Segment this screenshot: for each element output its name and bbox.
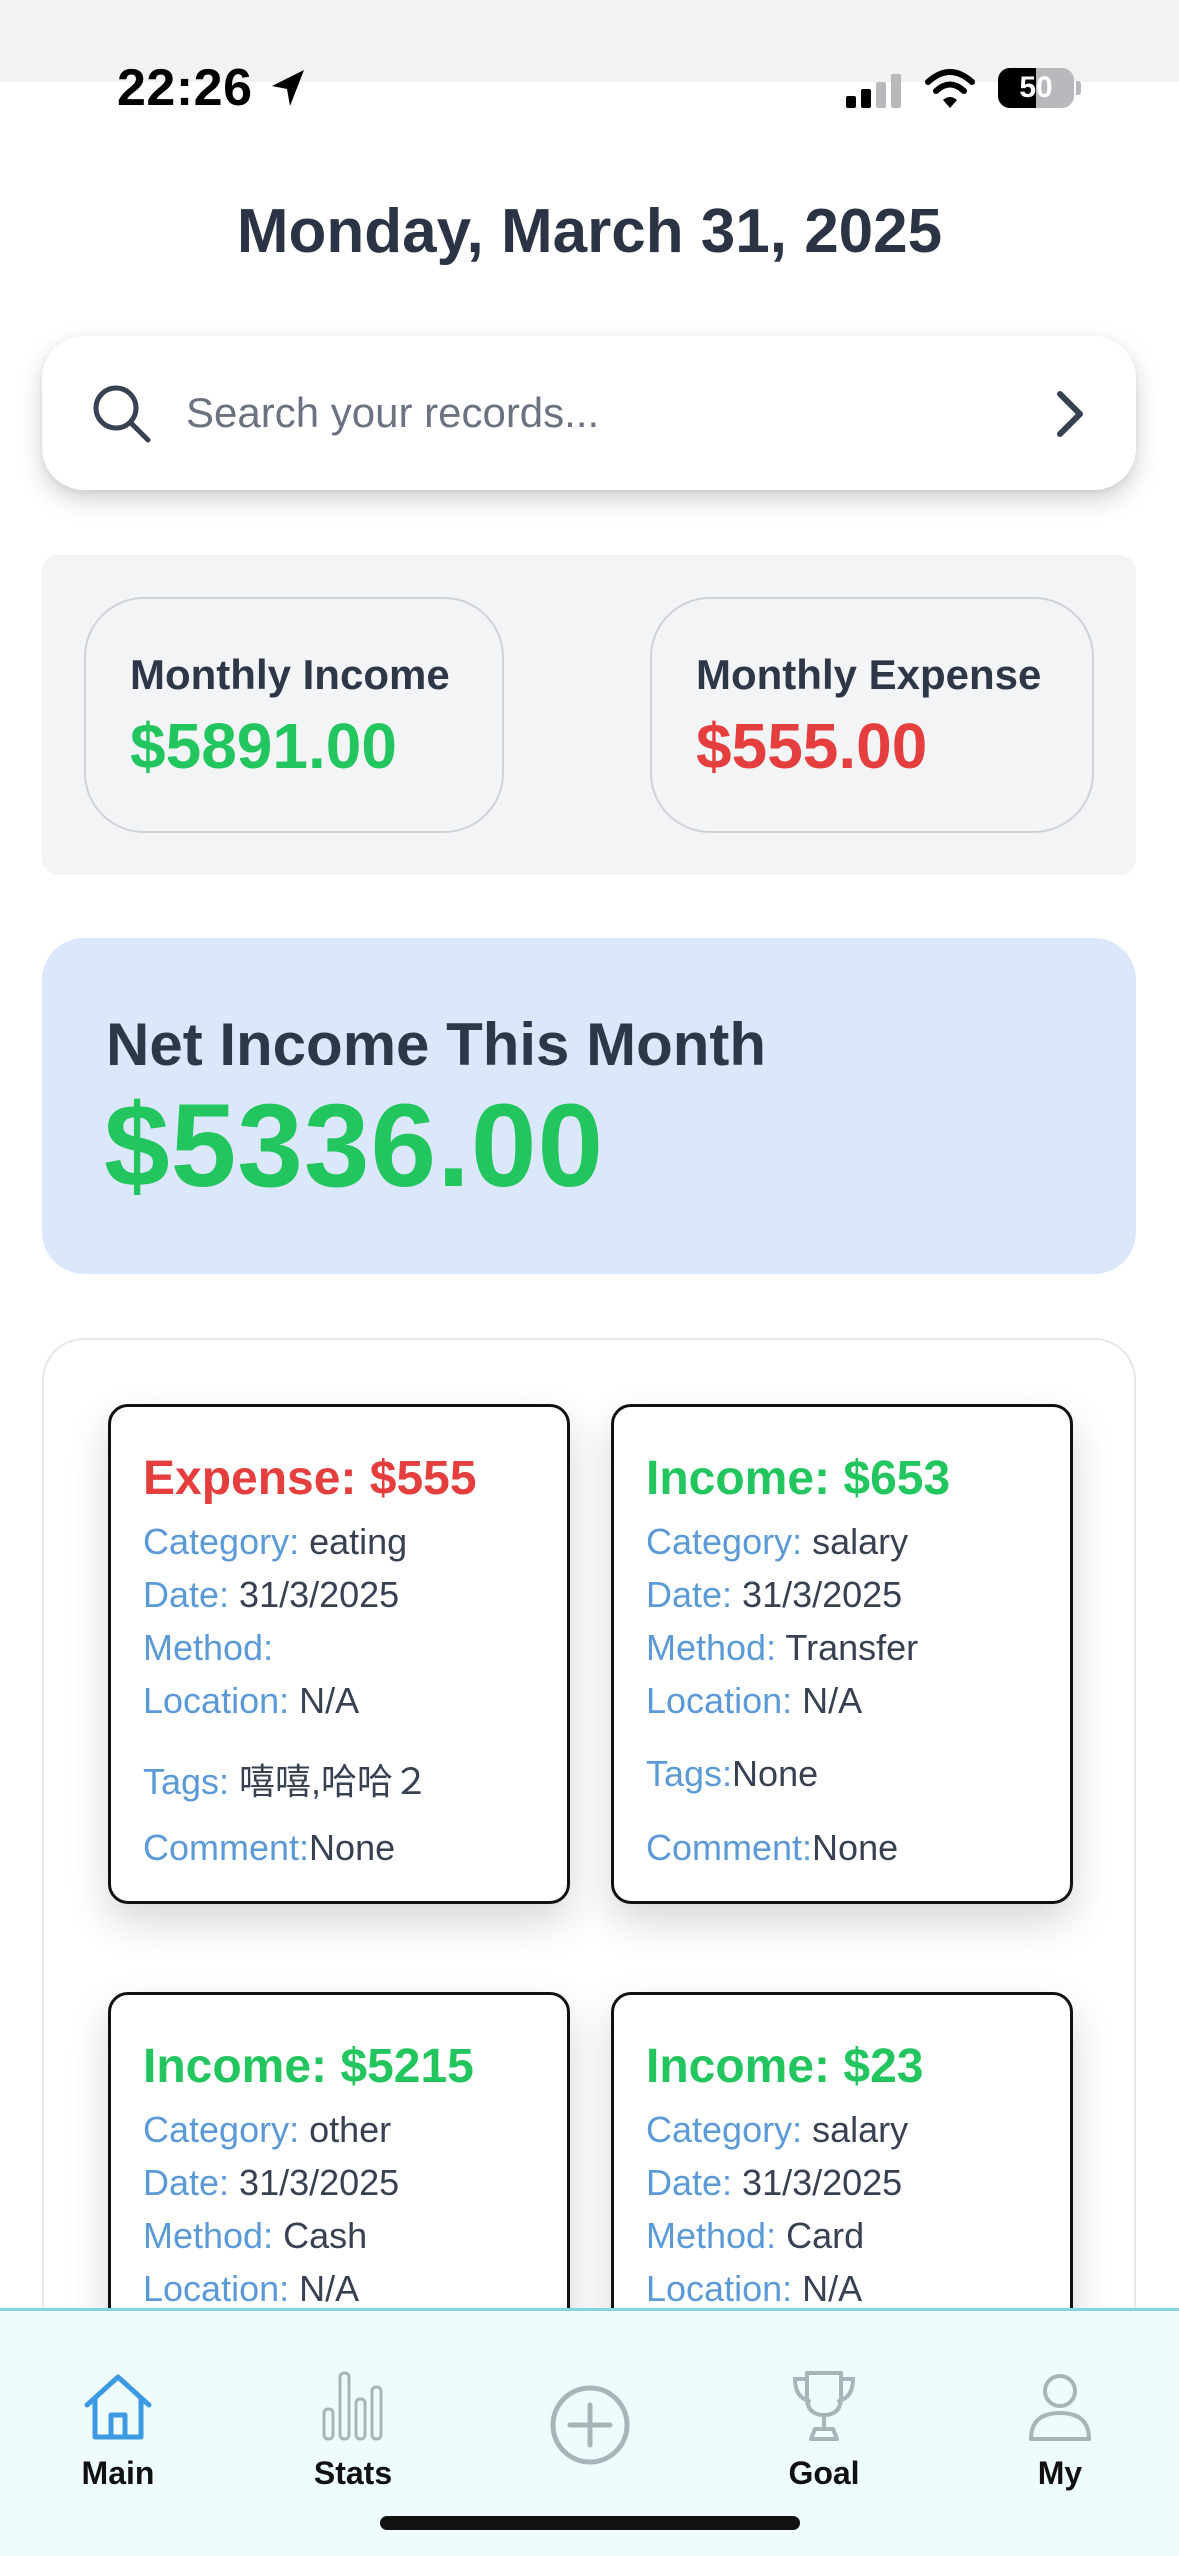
record-title: Income: $5215 [143, 2040, 474, 2093]
monthly-expense-label: Monthly Expense [696, 651, 1042, 698]
monthly-expense-card: Monthly Expense $555.00 [650, 597, 1094, 833]
tab-goal[interactable]: Goal [754, 2367, 894, 2492]
net-income-value: $5336.00 [104, 1080, 605, 1212]
record-card[interactable]: Expense: $555 Category: eating Date: 31/… [108, 1404, 570, 1904]
record-date: Date: 31/3/2025 [646, 2162, 903, 2203]
record-date: Date: 31/3/2025 [143, 2162, 400, 2203]
tab-my[interactable]: My [990, 2367, 1130, 2492]
monthly-expense-value: $555.00 [696, 710, 928, 782]
record-title: Income: $23 [646, 2040, 924, 2093]
tab-goal-label: Goal [788, 2455, 860, 2491]
record-title: Expense: $555 [143, 1452, 477, 1505]
wifi-icon [925, 69, 975, 108]
home-icon [84, 2374, 152, 2440]
tab-stats-label: Stats [313, 2455, 393, 2491]
monthly-income-card: Monthly Income $5891.00 [84, 597, 504, 833]
chevron-right-icon[interactable] [1042, 386, 1098, 442]
tab-my-label: My [1037, 2455, 1083, 2491]
record-category: Category: salary [646, 1521, 909, 1562]
status-time: 22:26 [117, 59, 253, 117]
record-date: Date: 31/3/2025 [143, 1574, 400, 1615]
signal-bars-icon [846, 74, 901, 108]
record-location: Location: N/A [143, 1680, 360, 1721]
net-income-card: Net Income This Month $5336.00 [42, 938, 1136, 1274]
record-method: Method: Card [646, 2215, 865, 2256]
record-location: Location: N/A [646, 1680, 863, 1721]
net-income-label: Net Income This Month [106, 1011, 766, 1078]
record-method: Method: Transfer [646, 1627, 919, 1668]
record-method: Method: [143, 1627, 274, 1668]
record-location: Location: N/A [143, 2268, 360, 2309]
record-tags: Tags: 嘻嘻,哈哈２ [143, 1761, 430, 1802]
user-icon [1029, 2374, 1091, 2441]
record-comment: Comment:None [143, 1827, 396, 1868]
trophy-icon [792, 2371, 856, 2441]
record-location: Location: N/A [646, 2268, 863, 2309]
add-record-button[interactable] [520, 2383, 660, 2467]
plus-circle-icon [550, 2385, 630, 2465]
battery-indicator: 50 [998, 68, 1081, 108]
record-date: Date: 31/3/2025 [646, 1574, 903, 1615]
battery-percent: 50 [1019, 71, 1053, 104]
tab-stats[interactable]: Stats [283, 2367, 423, 2492]
search-bar[interactable] [42, 336, 1136, 490]
monthly-income-label: Monthly Income [130, 651, 450, 698]
record-comment: Comment:None [646, 1827, 899, 1868]
record-card[interactable]: Income: $653 Category: salary Date: 31/3… [611, 1404, 1073, 1904]
record-title: Income: $653 [646, 1452, 951, 1505]
bar-chart-icon [322, 2371, 383, 2441]
record-category: Category: salary [646, 2109, 909, 2150]
record-tags: Tags:None [646, 1753, 819, 1794]
page-title: Monday, March 31, 2025 [236, 197, 943, 266]
location-arrow-icon [272, 70, 304, 106]
monthly-summary-panel: Monthly Income $5891.00 Monthly Expense … [42, 555, 1136, 875]
home-indicator [380, 2516, 800, 2530]
monthly-income-value: $5891.00 [130, 710, 397, 782]
record-category: Category: eating [143, 1521, 408, 1562]
tab-main-label: Main [81, 2455, 155, 2491]
search-input[interactable] [186, 376, 1006, 450]
search-icon [93, 385, 151, 443]
record-method: Method: Cash [143, 2215, 368, 2256]
tab-main[interactable]: Main [48, 2367, 188, 2492]
record-category: Category: other [143, 2109, 392, 2150]
